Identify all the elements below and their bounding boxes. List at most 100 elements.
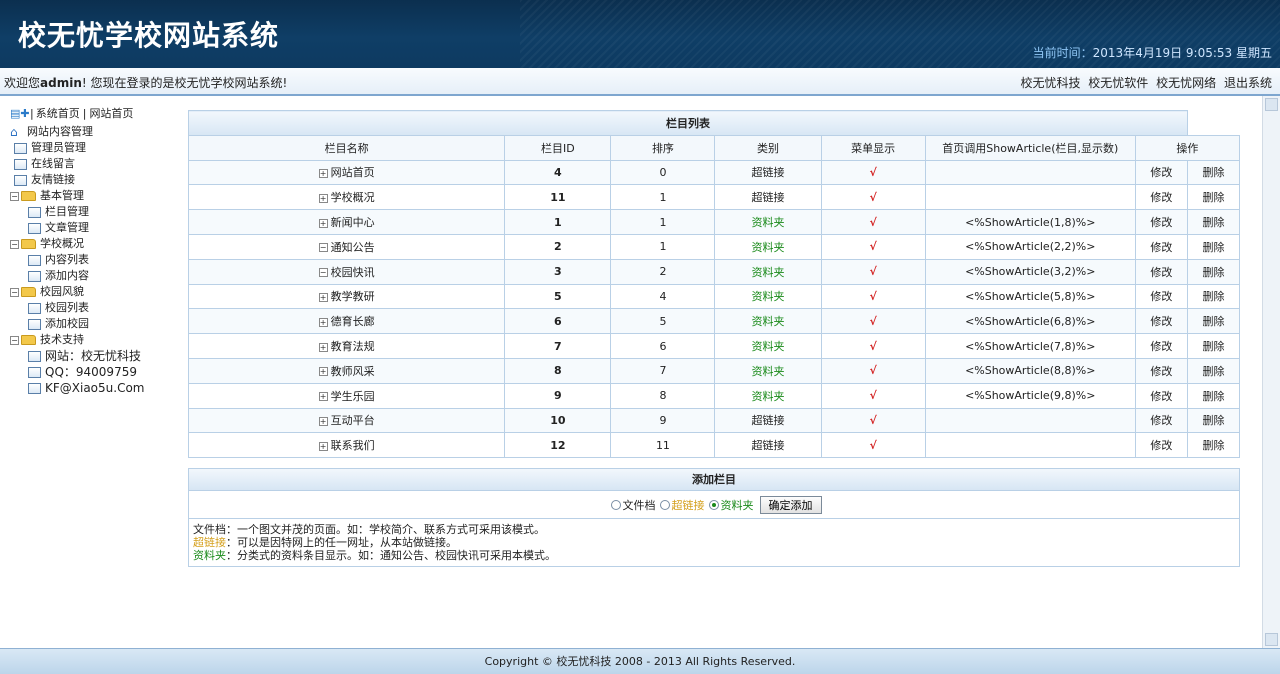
folder-icon	[21, 191, 36, 201]
expand-icon[interactable]: −	[318, 268, 328, 278]
edit-link[interactable]: 修改	[1134, 432, 1188, 459]
link-network[interactable]: 校无忧网络	[1156, 76, 1216, 90]
desc-text: ：可以是因特网上的任一网址，从本站做链接。	[226, 536, 457, 549]
column-name: 德育长廊	[330, 315, 375, 329]
cell-type: 资料夹	[714, 283, 822, 310]
cell-id: 3	[504, 258, 612, 285]
sidebar-item-admin[interactable]: 管理员管理	[10, 140, 166, 156]
edit-link[interactable]: 修改	[1134, 382, 1188, 409]
table-body: + 网站首页 4 0 超链接 √ 修改 删除 + 学校概况 11 1 超链接 √ 修改 删除 + 新闻中心 1 1 资料…	[187, 159, 1241, 459]
edit-link[interactable]: 修改	[1134, 283, 1188, 310]
site-home-link[interactable]: 网站首页	[89, 106, 133, 122]
cell-type: 超链接	[714, 159, 822, 186]
sidebar-group-basic[interactable]: − 基本管理	[10, 188, 166, 204]
tree-root[interactable]: ⌂ 网站内容管理	[10, 124, 166, 140]
edit-link[interactable]: 修改	[1134, 357, 1188, 384]
sidebar-item-label: 添加内容	[45, 269, 89, 282]
delete-link[interactable]: 删除	[1186, 283, 1241, 310]
delete-link[interactable]: 删除	[1186, 333, 1241, 359]
table-row: + 网站首页 4 0 超链接 √ 修改 删除	[187, 159, 1241, 186]
column-name: 网站首页	[330, 166, 375, 180]
radio-hyperlink[interactable]	[659, 499, 670, 510]
expand-icon[interactable]: +	[318, 392, 328, 402]
collapse-icon[interactable]: −	[10, 287, 19, 297]
delete-link[interactable]: 删除	[1186, 233, 1241, 260]
scroll-up-arrow-icon[interactable]	[1265, 98, 1278, 111]
system-home-link[interactable]: 系统首页	[36, 106, 80, 122]
expand-icon[interactable]: +	[318, 416, 328, 426]
link-company[interactable]: 校无忧科技	[1020, 76, 1080, 90]
delete-link[interactable]: 删除	[1186, 382, 1241, 409]
cell-id: 9	[504, 382, 612, 409]
expand-icon[interactable]: +	[318, 218, 328, 228]
sidebar-item-content-list[interactable]: 内容列表	[10, 252, 166, 268]
cell-name: + 教学教研	[187, 283, 506, 310]
expand-icon[interactable]: +	[318, 441, 328, 451]
link-software[interactable]: 校无忧软件	[1088, 76, 1148, 90]
delete-link[interactable]: 删除	[1186, 407, 1241, 434]
sidebar-group-campus[interactable]: − 校园风貌	[10, 284, 166, 300]
expand-icon[interactable]: +	[318, 317, 328, 327]
edit-link[interactable]: 修改	[1134, 184, 1188, 211]
collapse-icon[interactable]: −	[10, 191, 19, 201]
cell-name: − 通知公告	[187, 233, 506, 260]
edit-link[interactable]: 修改	[1134, 407, 1188, 434]
sidebar-item-article[interactable]: 文章管理	[10, 220, 166, 236]
edit-link[interactable]: 修改	[1134, 209, 1188, 235]
radio-hyperlink-label[interactable]: 超链接	[672, 497, 705, 513]
sidebar-item-add-content[interactable]: 添加内容	[10, 268, 166, 284]
page-icon	[28, 366, 41, 378]
edit-link[interactable]: 修改	[1134, 159, 1188, 186]
cell-id: 5	[504, 283, 612, 310]
page-icon	[28, 254, 41, 266]
edit-link[interactable]: 修改	[1134, 333, 1188, 359]
sidebar-item-column[interactable]: 栏目管理	[10, 204, 166, 220]
edit-link[interactable]: 修改	[1134, 308, 1188, 335]
sidebar-item-add-campus[interactable]: 添加校园	[10, 316, 166, 332]
delete-link[interactable]: 删除	[1186, 357, 1241, 384]
support-email[interactable]: KF@Xiao5u.Com	[10, 380, 166, 396]
delete-link[interactable]: 删除	[1186, 184, 1241, 211]
radio-document-label[interactable]: 文件档	[623, 497, 656, 513]
radio-document[interactable]	[610, 499, 621, 510]
sidebar-item-guestbook[interactable]: 在线留言	[10, 156, 166, 172]
cell-order: 11	[610, 432, 716, 459]
delete-link[interactable]: 删除	[1186, 432, 1241, 459]
scroll-down-arrow-icon[interactable]	[1265, 633, 1278, 646]
cell-id: 7	[504, 333, 612, 359]
expand-icon[interactable]: +	[318, 342, 328, 352]
sidebar-group-support[interactable]: − 技术支持	[10, 332, 166, 348]
expand-icon[interactable]: +	[318, 193, 328, 203]
delete-link[interactable]: 删除	[1186, 308, 1241, 335]
cell-order: 7	[610, 357, 716, 384]
cell-name: + 学校概况	[187, 184, 506, 211]
col-header-menu: 菜单显示	[820, 134, 926, 161]
sidebar-item-label: 在线留言	[31, 157, 75, 170]
delete-link[interactable]: 删除	[1186, 209, 1241, 235]
logout-link[interactable]: 退出系统	[1224, 76, 1272, 90]
expand-icon[interactable]: −	[318, 243, 328, 253]
collapse-icon[interactable]: −	[10, 239, 19, 249]
table-row: + 互动平台 10 9 超链接 √ 修改 删除	[187, 407, 1241, 434]
cell-type: 资料夹	[714, 357, 822, 384]
cell-type: 资料夹	[714, 382, 822, 409]
edit-link[interactable]: 修改	[1134, 233, 1188, 260]
sidebar-group-school[interactable]: − 学校概况	[10, 236, 166, 252]
delete-link[interactable]: 删除	[1186, 159, 1241, 186]
sidebar-item-links[interactable]: 友情链接	[10, 172, 166, 188]
radio-folder-label[interactable]: 资料夹	[721, 497, 754, 513]
expand-icon[interactable]: +	[318, 168, 328, 178]
sidebar: ▤✚ | 系统首页 | 网站首页 ⌂ 网站内容管理 管理员管理 在线留言 友情链…	[0, 98, 166, 648]
sidebar-item-label: 内容列表	[45, 253, 89, 266]
menu-check-icon: √	[820, 258, 926, 285]
expand-icon[interactable]: +	[318, 367, 328, 377]
sidebar-item-campus-list[interactable]: 校园列表	[10, 300, 166, 316]
expand-icon[interactable]: +	[318, 292, 328, 302]
collapse-icon[interactable]: −	[10, 335, 19, 345]
cell-call	[924, 407, 1136, 434]
edit-link[interactable]: 修改	[1134, 258, 1188, 285]
confirm-add-button[interactable]: 确定添加	[759, 495, 822, 514]
radio-folder[interactable]	[708, 499, 719, 510]
vertical-scrollbar[interactable]	[1262, 96, 1280, 648]
delete-link[interactable]: 删除	[1186, 258, 1241, 285]
